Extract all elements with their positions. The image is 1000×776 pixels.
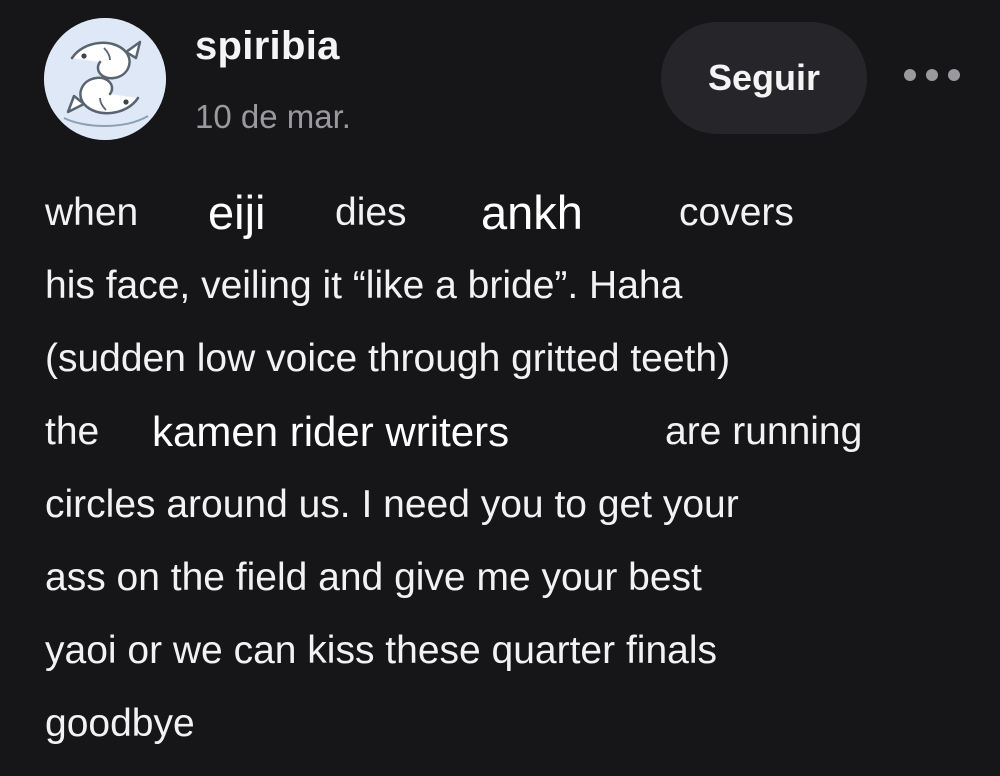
post-line-7: yaoi or we can kiss these quarter finals (45, 614, 945, 687)
post-text: the (45, 410, 100, 453)
more-dots-icon[interactable] (904, 58, 960, 92)
post-line-5: circles around us. I need you to get you… (45, 468, 945, 541)
post-text: when (45, 191, 139, 234)
post-text: dies (335, 191, 407, 234)
post-line-1: when eiji dies ankh covers (45, 176, 945, 249)
dot (948, 69, 960, 81)
post-text: are running (665, 410, 863, 453)
post-date: 10 de mar. (195, 98, 351, 135)
post-text: (sudden low voice through gritted teeth) (45, 337, 731, 380)
post-line-4: the kamen rider writers are running (45, 395, 945, 468)
post-line-6: ass on the field and give me your best (45, 541, 945, 614)
post-text: ass on the field and give me your best (45, 556, 702, 599)
follow-button[interactable]: Seguir (661, 22, 867, 134)
dot (926, 69, 938, 81)
character-name-ankh: ankh (481, 186, 583, 239)
post-text: his face, veiling it “like a bride”. Hah… (45, 264, 683, 307)
fish-yin-yang-avatar-icon (44, 18, 166, 140)
author-avatar[interactable] (44, 18, 166, 140)
post-body: when eiji dies ankh covers his face, vei… (45, 176, 945, 760)
post-text: goodbye (45, 702, 195, 745)
post-text: covers (679, 191, 794, 234)
post-line-8: goodbye (45, 687, 945, 760)
post-text: yaoi or we can kiss these quarter finals (45, 629, 717, 672)
post-header: spiribia 10 de mar. Seguir (0, 0, 1000, 160)
author-username[interactable]: spiribia (195, 24, 340, 69)
post-text: circles around us. I need you to get you… (45, 483, 739, 526)
character-name-eiji: eiji (208, 186, 266, 239)
dot (904, 69, 916, 81)
show-name-label: kamen rider writers (152, 408, 510, 455)
post-line-2: his face, veiling it “like a bride”. Hah… (45, 249, 945, 322)
post-line-3: (sudden low voice through gritted teeth) (45, 322, 945, 395)
